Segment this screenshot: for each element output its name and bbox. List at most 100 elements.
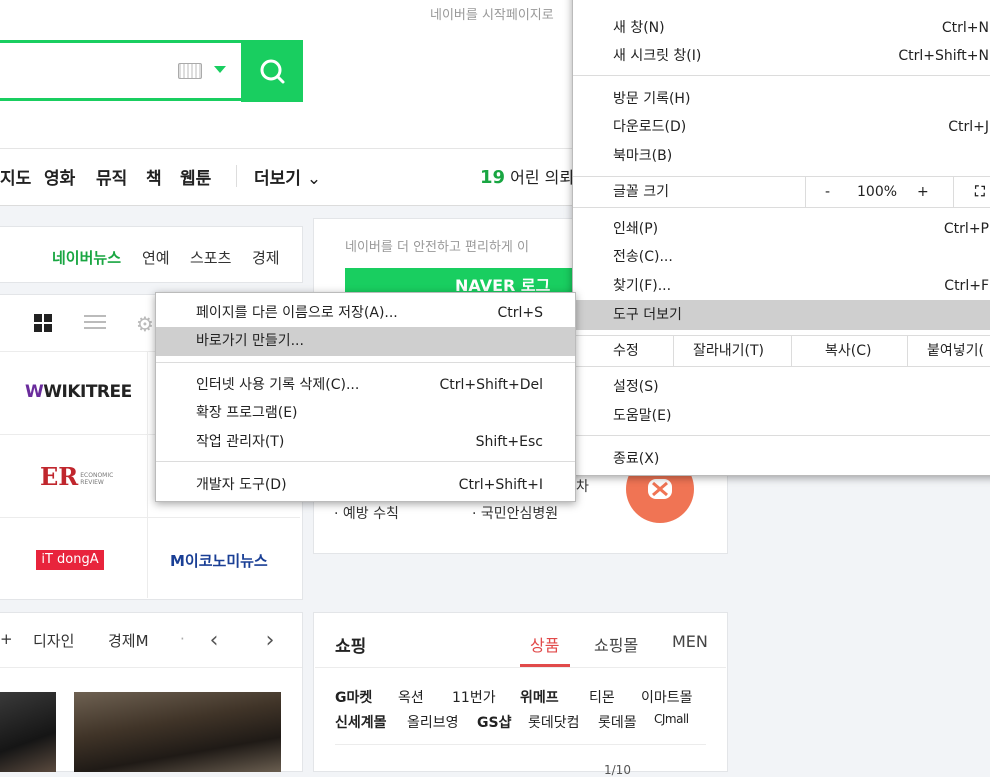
- nav-item-music[interactable]: 뮤직: [96, 164, 127, 189]
- channel-thumbnail[interactable]: [74, 692, 281, 772]
- list-view-icon[interactable]: [84, 315, 106, 329]
- fullscreen-icon[interactable]: ⛶: [975, 177, 985, 207]
- shopping-title[interactable]: 쇼핑: [335, 632, 366, 657]
- menu-item-find[interactable]: 찾기(F)... Ctrl+F: [573, 272, 990, 300]
- menu-item-label: 종료(X): [613, 451, 660, 467]
- mall-link-shinsegae[interactable]: 신세계몰: [335, 712, 387, 732]
- menu-item-label: 도움말(E): [613, 408, 672, 424]
- menu-item-settings[interactable]: 설정(S): [573, 373, 990, 401]
- tab-sports[interactable]: 스포츠: [190, 247, 231, 268]
- tab-men[interactable]: MEN: [672, 632, 708, 651]
- menu-item-developer-tools[interactable]: 개발자 도구(D) Ctrl+Shift+I: [156, 471, 575, 499]
- chevron-right-icon[interactable]: ›: [256, 623, 284, 659]
- channel-tab-economy-m[interactable]: 경제M: [108, 630, 149, 651]
- chevron-left-icon[interactable]: ‹: [200, 623, 228, 659]
- tab-products[interactable]: 상품: [530, 632, 559, 656]
- health-link-hospital[interactable]: · 국민안심병원: [472, 503, 558, 523]
- menu-item-extensions[interactable]: 확장 프로그램(E): [156, 399, 575, 427]
- menu-item-clear-browsing-data[interactable]: 인터넷 사용 기록 삭제(C)... Ctrl+Shift+Del: [156, 371, 575, 399]
- autocomplete-toggle-icon[interactable]: [214, 66, 226, 73]
- mall-link-lottecom[interactable]: 롯데닷컴: [528, 712, 580, 732]
- er-label: ER: [40, 462, 79, 491]
- divider: [147, 352, 148, 598]
- menu-item-more-tools[interactable]: 도구 더보기: [573, 300, 990, 330]
- divider: [315, 667, 726, 668]
- copy-button[interactable]: 복사(C): [825, 336, 871, 366]
- tab-entertainment[interactable]: 연예: [142, 247, 170, 268]
- mall-link-tmon[interactable]: 티몬: [589, 687, 615, 707]
- paste-button[interactable]: 붙여넣기(: [927, 336, 984, 366]
- menu-item-shortcut: Ctrl+J: [948, 119, 989, 135]
- edit-divider: [791, 336, 792, 366]
- mall-link-oliveyoung[interactable]: 올리브영: [407, 712, 459, 732]
- mall-link-wemakeprice[interactable]: 위메프: [520, 687, 559, 707]
- search-input[interactable]: [0, 40, 242, 101]
- divider: [0, 517, 300, 518]
- menu-item-create-shortcut[interactable]: 바로가기 만들기...: [156, 327, 575, 356]
- menu-separator: [573, 435, 990, 436]
- press-logo-m-economy[interactable]: M이코노미뉴스: [170, 550, 268, 571]
- menu-item-label: 개발자 도구(D): [196, 477, 287, 493]
- mall-link-emart[interactable]: 이마트몰: [641, 687, 693, 707]
- mall-link-11st[interactable]: 11번가: [452, 687, 496, 707]
- active-tab-indicator: [520, 664, 570, 667]
- mall-link-gmarket[interactable]: G마켓: [335, 687, 372, 707]
- press-logo-itdonga[interactable]: iT dongA: [36, 550, 104, 570]
- menu-item-label: 설정(S): [613, 379, 659, 395]
- menu-item-shortcut: Ctrl+P: [943, 221, 989, 237]
- more-tools-submenu: 페이지를 다른 이름으로 저장(A)... Ctrl+S 바로가기 만들기... …: [155, 292, 576, 502]
- menu-item-task-manager[interactable]: 작업 관리자(T) Shift+Esc: [156, 428, 575, 456]
- channel-thumbnail[interactable]: [0, 692, 56, 772]
- cut-button[interactable]: 잘라내기(T): [693, 336, 764, 366]
- nav-item-movie[interactable]: 영화: [44, 164, 75, 189]
- menu-item-label: 다운로드(D): [613, 119, 687, 135]
- menu-item-downloads[interactable]: 다운로드(D) Ctrl+J: [573, 113, 990, 141]
- gear-icon[interactable]: ⚙: [136, 312, 154, 336]
- zoom-in-button[interactable]: +: [917, 177, 929, 207]
- health-link-prevention[interactable]: · 예방 수칙: [334, 503, 399, 523]
- menu-item-new-incognito[interactable]: 새 시크릿 창(I) Ctrl+Shift+N: [573, 42, 990, 70]
- menu-separator: [156, 362, 575, 363]
- edit-label: 수정: [613, 343, 639, 359]
- menu-item-shortcut: Ctrl+Shift+N: [898, 48, 989, 64]
- menu-item-print[interactable]: 인쇄(P) Ctrl+P: [573, 215, 990, 243]
- tab-naver-news[interactable]: 네이버뉴스: [52, 247, 121, 268]
- press-logo-economic-review[interactable]: ER ECONOMIC REVIEW: [40, 462, 114, 491]
- menu-item-help[interactable]: 도움말(E): [573, 402, 990, 430]
- nav-item-webtoon[interactable]: 웹툰: [180, 164, 211, 189]
- menu-separator: [573, 75, 990, 76]
- shopping-pager: 1/10: [604, 763, 631, 777]
- mall-link-lottemall[interactable]: 롯데몰: [598, 712, 637, 732]
- menu-item-exit[interactable]: 종료(X): [573, 445, 990, 473]
- mall-link-cjmall[interactable]: CJmall: [654, 712, 689, 726]
- nav-divider: [236, 165, 237, 187]
- nav-more-button[interactable]: 더보기 ⌄: [254, 164, 321, 189]
- menu-item-save-page-as[interactable]: 페이지를 다른 이름으로 저장(A)... Ctrl+S: [156, 299, 575, 327]
- chevron-down-icon: ⌄: [306, 169, 322, 189]
- keyboard-icon[interactable]: [178, 63, 202, 79]
- set-homepage-link[interactable]: 네이버를 시작페이지로: [430, 4, 554, 23]
- menu-item-history[interactable]: 방문 기록(H): [573, 85, 990, 113]
- mall-link-auction[interactable]: 옥션: [398, 687, 424, 707]
- press-logo-wikitree[interactable]: WWIKITREE: [25, 382, 132, 402]
- menu-item-bookmarks[interactable]: 북마크(B): [573, 142, 990, 170]
- mall-link-gsshop[interactable]: GS샵: [477, 712, 511, 732]
- zoom-out-button[interactable]: -: [825, 177, 830, 207]
- nav-item-map[interactable]: 지도: [0, 164, 31, 189]
- tab-economy[interactable]: 경제: [252, 247, 280, 268]
- edit-divider: [673, 336, 674, 366]
- grid-view-icon[interactable]: [34, 314, 52, 336]
- channel-tab-prev-item[interactable]: +: [0, 630, 13, 648]
- menu-item-label: 인쇄(P): [613, 221, 659, 237]
- nav-item-book[interactable]: 책: [146, 164, 162, 189]
- channel-tab-design[interactable]: 디자인: [33, 630, 74, 651]
- menu-item-new-window[interactable]: 새 창(N) Ctrl+N: [573, 14, 990, 42]
- search-button[interactable]: [241, 40, 303, 102]
- zoom-divider: [805, 177, 806, 207]
- menu-item-shortcut: Ctrl+Shift+I: [458, 477, 543, 493]
- menu-item-label: 작업 관리자(T): [196, 434, 285, 450]
- menu-item-label: 확장 프로그램(E): [196, 405, 298, 421]
- health-link-extra[interactable]: 차: [576, 476, 589, 496]
- menu-item-cast[interactable]: 전송(C)...: [573, 243, 990, 271]
- tab-malls[interactable]: 쇼핑몰: [594, 632, 638, 656]
